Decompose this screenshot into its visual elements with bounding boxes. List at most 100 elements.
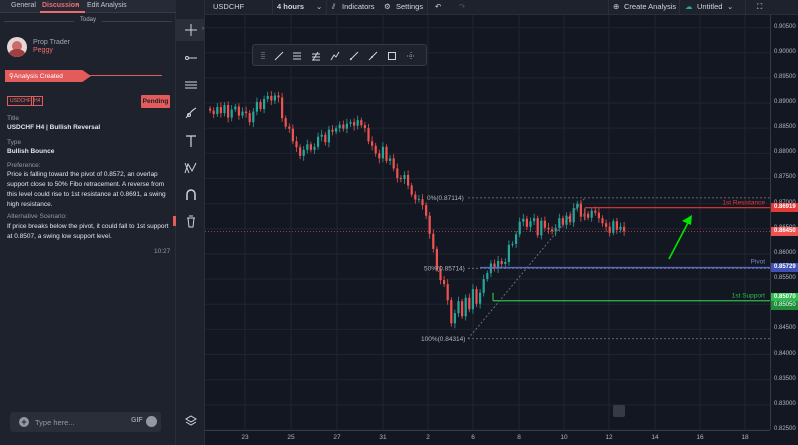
gif-button[interactable]: GIF <box>131 417 143 424</box>
symbol-search[interactable]: USDCHF <box>213 0 244 15</box>
create-analysis-button[interactable]: Create Analysis <box>624 0 676 15</box>
lightbulb-icon[interactable] <box>613 405 625 417</box>
message-input[interactable] <box>35 415 125 429</box>
analysis-created-banner: ⚲Analysis Created <box>5 70 91 82</box>
indicators-button[interactable]: Indicators <box>342 0 375 15</box>
candle-body <box>223 105 226 114</box>
ray-icon[interactable] <box>348 50 359 61</box>
fib-retracement-icon[interactable] <box>291 50 302 61</box>
candle-body <box>299 147 302 156</box>
message-timestamp: 10:27 <box>154 248 171 255</box>
author-role: Prop Trader <box>33 39 70 46</box>
candle-body <box>396 168 399 178</box>
candle-body <box>345 123 348 129</box>
tab-general[interactable]: General <box>11 2 36 9</box>
title-value: USDCHF H4 | Bullish Reversal <box>7 124 101 131</box>
candle-body <box>471 289 474 310</box>
timeframe-tag[interactable]: H4 <box>31 96 44 106</box>
candle-body <box>403 174 406 179</box>
redo-icon[interactable]: ↷ <box>459 0 465 15</box>
cloud-icon: ☁ <box>685 2 693 11</box>
candle-body <box>273 95 276 101</box>
trend-line-icon[interactable] <box>273 50 284 61</box>
candle-body <box>453 313 456 324</box>
candle-body <box>504 261 507 264</box>
candle-body <box>263 99 266 110</box>
price-tick: 0.84000 <box>774 350 796 357</box>
drawing-tools-column: › <box>176 0 205 445</box>
fib-extension-icon[interactable] <box>310 50 321 61</box>
price-tick: 0.87500 <box>774 174 796 181</box>
fib-0-label: 0%(0.87114) <box>427 195 464 202</box>
price-chart[interactable]: 0%(0.87114) 50%(0.85714) 100%(0.84314) 1… <box>205 15 770 430</box>
candle-body <box>572 208 575 223</box>
close-icon[interactable]: × <box>75 2 79 9</box>
chevron-down-icon[interactable]: ⌄ <box>727 0 733 15</box>
resistance-price-label: 0.86919 <box>771 203 798 213</box>
chevron-down-icon[interactable]: ⌄ <box>316 0 322 15</box>
rectangle-icon[interactable] <box>386 50 397 61</box>
price-tick: 0.84500 <box>774 325 796 332</box>
crosshair-tool[interactable] <box>176 19 205 41</box>
time-tick: 12 <box>605 434 613 441</box>
magnet-icon <box>185 189 196 200</box>
cursor-cross-icon[interactable] <box>405 50 416 61</box>
candle-body <box>536 218 539 236</box>
timeframe-select[interactable]: 4 hours <box>277 0 304 15</box>
price-axis[interactable]: 0.90500 0.90000 0.89500 0.89000 0.88500 0.880… <box>770 15 798 432</box>
candle-body <box>475 289 478 304</box>
candle-body <box>349 122 352 124</box>
candle-body <box>558 218 561 228</box>
extended-line-icon[interactable] <box>367 50 378 61</box>
text-tool[interactable] <box>176 130 205 152</box>
candle-body <box>601 218 604 224</box>
support-price-sublabel: 0.85050 <box>771 301 798 311</box>
symbol-tag[interactable]: USDCHF <box>7 96 34 106</box>
plus-icon[interactable]: + <box>19 417 29 427</box>
title-label: Title <box>7 115 20 122</box>
author-name[interactable]: Peggy <box>33 47 53 54</box>
alternative-text: If price breaks below the pivot, it coul… <box>7 223 169 240</box>
candle-body <box>227 105 230 118</box>
trend-line-tool[interactable] <box>176 47 205 69</box>
tab-discussion[interactable]: Discussion <box>42 2 79 9</box>
settings-button[interactable]: Settings <box>396 0 423 15</box>
price-tick: 0.86000 <box>774 249 796 256</box>
candle-body <box>468 297 471 310</box>
expand-arrow-icon[interactable]: › <box>202 26 204 32</box>
time-tick: 16 <box>696 434 704 441</box>
fullscreen-icon[interactable]: ⛶ <box>757 0 762 15</box>
candle-body <box>371 141 374 146</box>
time-tick: 2 <box>426 434 430 441</box>
channel-tool[interactable] <box>176 74 205 96</box>
chart-grid <box>205 15 770 430</box>
layers-tool[interactable] <box>176 410 205 432</box>
candle-body <box>461 301 464 317</box>
candle-body <box>547 227 550 230</box>
crosshair-icon <box>184 24 197 36</box>
candle-body <box>306 144 309 150</box>
chart-topbar: USDCHF 4 hours ⌄ ⫽ Indicators ⚙ Settings… <box>205 0 798 15</box>
bullish-arrow[interactable] <box>668 218 691 260</box>
avatar[interactable] <box>7 37 27 57</box>
candle-body <box>284 118 287 127</box>
layout-title[interactable]: Untitled <box>697 0 722 15</box>
time-axis[interactable]: 23 25 27 31 2 6 8 10 12 14 16 18 <box>205 430 770 445</box>
candle-body <box>392 158 395 169</box>
chart-drawings[interactable]: 0%(0.87114) 50%(0.85714) 100%(0.84314) 1… <box>205 195 770 343</box>
candle-body <box>216 107 219 115</box>
time-tick: 6 <box>471 434 475 441</box>
delete-tool[interactable] <box>176 210 205 232</box>
magnet-tool[interactable] <box>176 184 205 206</box>
analysis-created-label: Analysis Created <box>13 73 63 80</box>
path-icon[interactable] <box>329 50 340 61</box>
drag-handle-icon[interactable] <box>257 50 268 61</box>
undo-icon[interactable]: ↶ <box>435 0 441 15</box>
brush-tool[interactable] <box>176 102 205 124</box>
preference-text: Price is falling toward the pivot of 0.8… <box>7 171 166 208</box>
pattern-tool[interactable] <box>176 157 205 179</box>
tab-edit-analysis[interactable]: Edit Analysis <box>87 2 127 9</box>
emoji-icon[interactable] <box>146 416 157 427</box>
active-tab-indicator <box>40 11 85 13</box>
candle-body <box>324 134 327 143</box>
